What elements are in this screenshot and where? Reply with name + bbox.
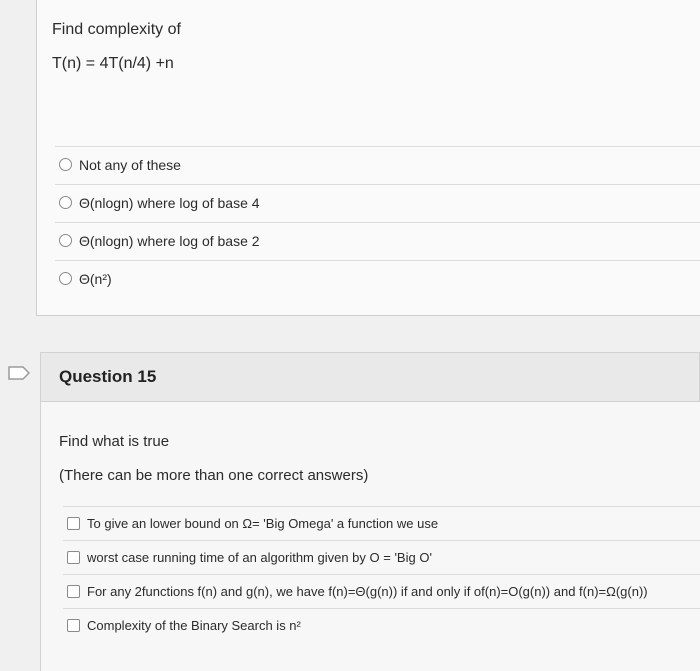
q15-option-1[interactable]: To give an lower bound on Ω= 'Big Omega'… xyxy=(63,506,700,540)
checkbox-icon[interactable] xyxy=(67,551,80,564)
checkbox-icon[interactable] xyxy=(67,585,80,598)
q14-option-2-label: Θ(nlogn) where log of base 4 xyxy=(79,194,260,211)
q14-option-2[interactable]: Θ(nlogn) where log of base 4 xyxy=(55,184,700,220)
q15-option-1-label: To give an lower bound on Ω= 'Big Omega'… xyxy=(87,516,439,531)
q15-option-2-label: worst case running time of an algorithm … xyxy=(87,550,432,565)
radio-icon[interactable] xyxy=(59,158,72,171)
q15-option-3[interactable]: For any 2functions f(n) and g(n), we hav… xyxy=(63,574,700,608)
q14-option-3-label: Θ(nlogn) where log of base 2 xyxy=(79,232,260,249)
checkbox-icon[interactable] xyxy=(67,517,80,530)
radio-icon[interactable] xyxy=(59,234,72,247)
q15-option-3-label: For any 2functions f(n) and g(n), we hav… xyxy=(87,584,648,599)
q15-option-4-label: Complexity of the Binary Search is n² xyxy=(87,618,301,633)
flag-question-icon[interactable] xyxy=(8,366,30,380)
q14-option-4-label: Θ(n²) xyxy=(79,270,112,287)
q15-option-2[interactable]: worst case running time of an algorithm … xyxy=(63,540,700,574)
checkbox-icon[interactable] xyxy=(67,619,80,632)
question-14-stem-line1: Find complexity of xyxy=(52,21,181,38)
question-15-title: Question 15 xyxy=(59,367,157,386)
question-15-body: Find what is true (There can be more tha… xyxy=(40,402,700,671)
question-14-stem: Find complexity of T(n) = 4T(n/4) +n xyxy=(52,20,181,74)
q14-option-4[interactable]: Θ(n²) xyxy=(55,260,700,296)
question-14-card: Find complexity of T(n) = 4T(n/4) +n Not… xyxy=(36,0,700,316)
question-15-stem: Find what is true (There can be more tha… xyxy=(59,432,368,486)
question-14-stem-line2: T(n) = 4T(n/4) +n xyxy=(52,55,174,72)
question-15-stem-line2: (There can be more than one correct answ… xyxy=(59,467,369,484)
radio-icon[interactable] xyxy=(59,272,72,285)
question-15-stem-line1: Find what is true xyxy=(59,433,170,450)
q14-option-3[interactable]: Θ(nlogn) where log of base 2 xyxy=(55,222,700,258)
q14-option-1-label: Not any of these xyxy=(79,156,181,173)
radio-icon[interactable] xyxy=(59,196,72,209)
q14-option-1[interactable]: Not any of these xyxy=(55,146,700,182)
question-15-header: Question 15 xyxy=(40,352,700,402)
q15-option-4[interactable]: Complexity of the Binary Search is n² xyxy=(63,608,700,642)
